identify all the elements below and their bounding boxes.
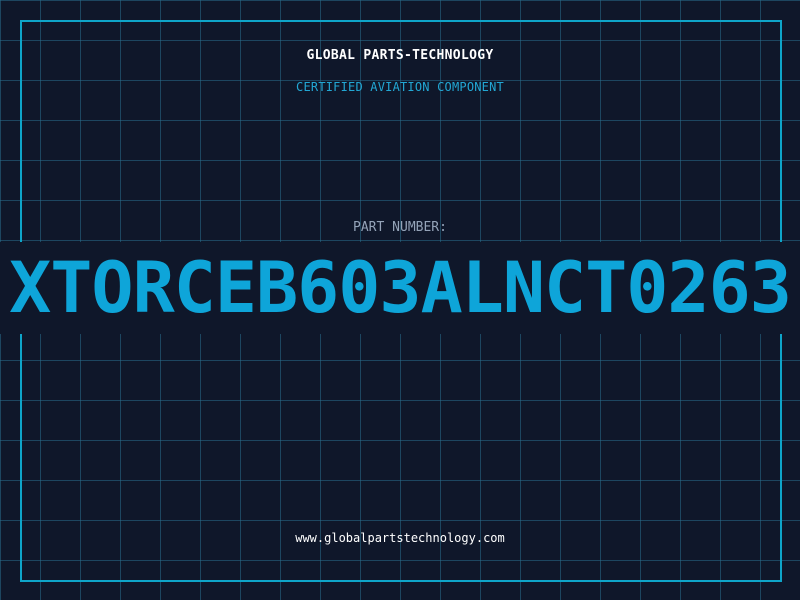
part-number-value: XTORCEB603ALNCT0263 — [9, 247, 792, 329]
company-name: GLOBAL PARTS-TECHNOLOGY — [306, 48, 494, 63]
part-number-label: PART NUMBER: — [353, 220, 447, 235]
part-number-band: XTORCEB603ALNCT0263 — [0, 242, 800, 334]
website-url: www.globalpartstechnology.com — [295, 531, 505, 545]
certification-subtitle: CERTIFIED AVIATION COMPONENT — [296, 80, 504, 94]
